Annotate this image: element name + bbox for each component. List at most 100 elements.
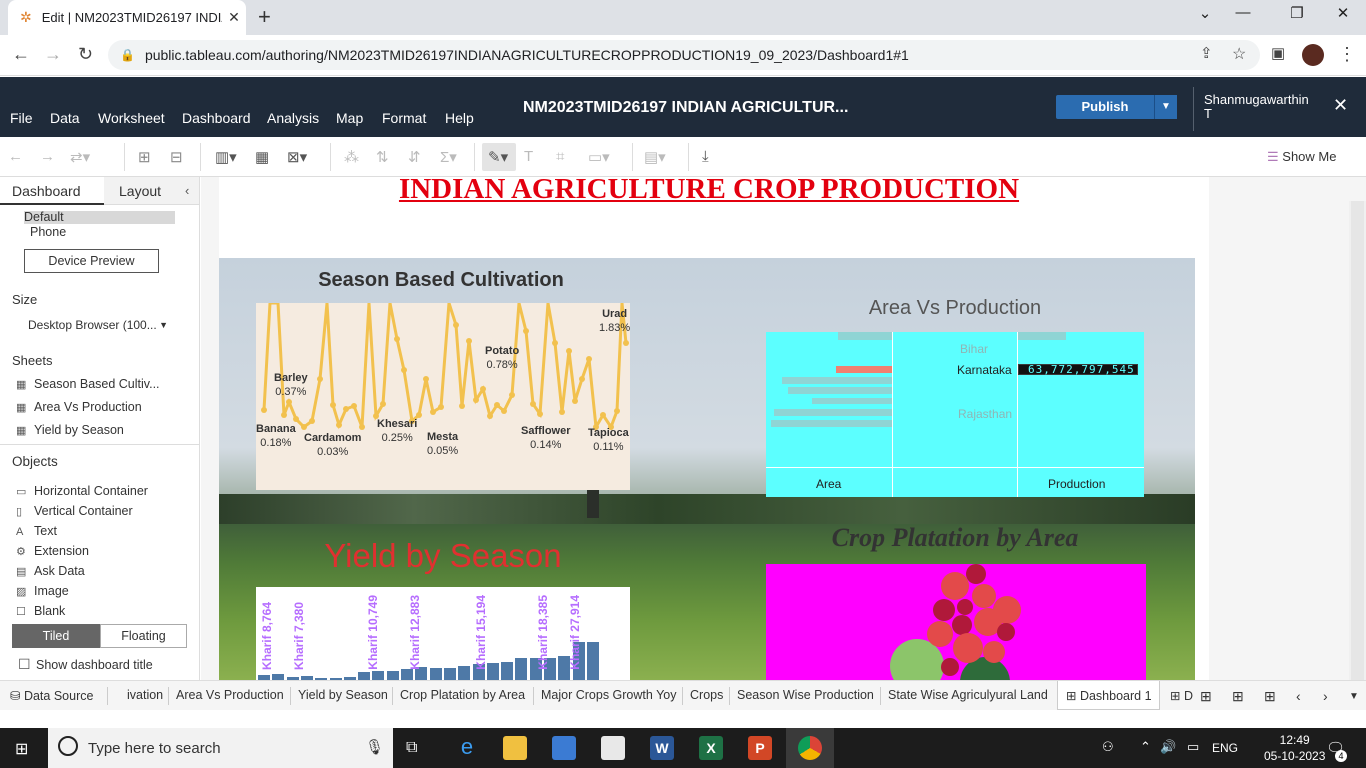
scroll-right-icon[interactable]: › [1323, 688, 1328, 704]
store-icon[interactable] [552, 736, 576, 760]
redo-icon[interactable]: → [40, 148, 55, 165]
new-story-tab-icon[interactable]: ⊞ [1264, 688, 1276, 705]
season-point[interactable] [309, 418, 315, 424]
new-dashboard-tab-icon[interactable]: ⊞ [1232, 688, 1244, 705]
area-production-chart[interactable]: 63,772,797,545 Bihar Karnataka Rajasthan… [766, 332, 1144, 497]
season-point[interactable] [401, 367, 407, 373]
tab-state-wise[interactable]: State Wise Agriculyural Land [888, 688, 1048, 702]
menu-map[interactable]: Map [336, 110, 363, 126]
sidepanel-icon[interactable]: ▣ [1271, 44, 1285, 62]
tab-data-source[interactable]: ⛁ Data Source [10, 688, 93, 703]
window-close-icon[interactable]: ✕ [1328, 4, 1358, 22]
season-point[interactable] [286, 399, 292, 405]
show-dashboard-title-checkbox[interactable]: ☐ Show dashboard title [18, 656, 153, 673]
people-icon[interactable]: ⚇ [1102, 739, 1114, 755]
pause-updates-icon[interactable]: ⊟ [170, 148, 183, 166]
season-point[interactable] [343, 406, 349, 412]
yield-bar[interactable] [501, 662, 514, 680]
season-point[interactable] [494, 402, 500, 408]
season-point[interactable] [459, 403, 465, 409]
object-text[interactable]: A Text [16, 524, 57, 538]
fit-icon[interactable]: ▭▾ [588, 148, 610, 166]
excel-icon[interactable]: X [699, 736, 723, 760]
tab-crops[interactable]: Crops [690, 688, 723, 702]
powerpoint-icon[interactable]: P [748, 736, 772, 760]
bookmark-star-icon[interactable]: ☆ [1232, 44, 1246, 64]
season-point[interactable] [523, 328, 529, 334]
undo-icon[interactable]: ← [8, 148, 23, 165]
close-editor-icon[interactable]: ✕ [1333, 95, 1348, 116]
yield-bar[interactable] [401, 669, 413, 680]
menu-help[interactable]: Help [445, 110, 474, 126]
reload-icon[interactable]: ↻ [78, 44, 93, 65]
season-point[interactable] [359, 424, 365, 430]
tab-dashboard-1[interactable]: ⊞ Dashboard 1 [1066, 688, 1152, 703]
download-icon[interactable]: ⤓ [702, 148, 709, 165]
yield-bar[interactable] [358, 672, 371, 680]
edge-icon[interactable]: e [455, 734, 479, 759]
tab-search-chevron-icon[interactable]: ⌄ [1190, 4, 1220, 22]
object-blank[interactable]: ☐ Blank [16, 604, 65, 618]
season-point[interactable] [394, 336, 400, 342]
mail-icon[interactable] [601, 736, 625, 760]
profile-avatar[interactable] [1302, 44, 1324, 66]
season-point[interactable] [330, 402, 336, 408]
size-select[interactable]: Desktop Browser (100... ▼ [24, 315, 174, 335]
menu-analysis[interactable]: Analysis [267, 110, 319, 126]
browser-menu-icon[interactable]: ⋮ [1338, 44, 1356, 65]
floating-button[interactable]: Floating [100, 624, 187, 648]
tray-chevron-icon[interactable]: ⌃ [1140, 739, 1151, 755]
forward-icon[interactable]: → [44, 44, 62, 65]
word-icon[interactable]: W [650, 736, 674, 760]
menu-data[interactable]: Data [50, 110, 80, 126]
device-default[interactable]: Default [24, 211, 175, 224]
minimize-icon[interactable]: — [1228, 4, 1258, 21]
language-indicator[interactable]: ENG [1212, 741, 1238, 755]
crop-bubble-chart[interactable] [766, 564, 1146, 680]
menu-format[interactable]: Format [382, 110, 426, 126]
user-name[interactable]: Shanmugawarthin T [1193, 87, 1318, 131]
season-point[interactable] [466, 338, 472, 344]
new-worksheet-icon[interactable]: ▥▾ [215, 148, 237, 166]
chrome-icon[interactable] [798, 736, 822, 760]
season-point[interactable] [572, 398, 578, 404]
season-point[interactable] [623, 340, 629, 346]
season-point[interactable] [614, 408, 620, 414]
season-point[interactable] [537, 411, 543, 417]
yield-bar[interactable] [515, 658, 528, 680]
restore-icon[interactable]: ❐ [1282, 4, 1312, 22]
sheet-item[interactable]: ▦ Yield by Season [16, 423, 124, 437]
device-phone[interactable]: Phone [30, 225, 66, 239]
tab-dashboard[interactable]: Dashboard [0, 177, 104, 205]
share-icon[interactable]: ⇪ [1200, 44, 1213, 62]
season-point[interactable] [566, 348, 572, 354]
tab-area-vs-production[interactable]: Area Vs Production [176, 688, 284, 702]
menu-dashboard[interactable]: Dashboard [182, 110, 251, 126]
show-me-button[interactable]: ☰ Show Me [1267, 149, 1336, 165]
sheet-item[interactable]: ▦ Area Vs Production [16, 400, 142, 414]
season-point[interactable] [586, 356, 592, 362]
microphone-icon[interactable]: 🎙 [365, 738, 384, 756]
season-point[interactable] [579, 376, 585, 382]
tabs-menu-icon[interactable]: ▼ [1349, 691, 1359, 702]
season-point[interactable] [351, 403, 357, 409]
season-point[interactable] [473, 397, 479, 403]
yield-bar[interactable] [458, 666, 471, 680]
back-icon[interactable]: ← [12, 44, 30, 65]
collapse-pane-icon[interactable]: ‹ [185, 183, 189, 198]
season-point[interactable] [600, 412, 606, 418]
yield-bar[interactable] [586, 642, 599, 680]
task-view-icon[interactable]: ⧉ [406, 739, 417, 757]
tab-yield-by-season[interactable]: Yield by Season [298, 688, 388, 702]
new-worksheet-tab-icon[interactable]: ⊞ [1200, 688, 1212, 705]
tab-major-crops[interactable]: Major Crops Growth Yoy [541, 688, 676, 702]
scroll-left-icon[interactable]: ‹ [1296, 688, 1301, 704]
scrollbar-thumb[interactable] [1351, 201, 1364, 680]
swap-rows-cols-icon[interactable]: ⇄▾ [70, 148, 90, 166]
labels-icon[interactable]: T [524, 148, 533, 165]
object-ask-data[interactable]: ▤ Ask Data [16, 564, 85, 578]
tiled-button[interactable]: Tiled [12, 624, 100, 648]
device-preview-button[interactable]: Device Preview [24, 249, 159, 273]
group-icon[interactable]: ⁂ [344, 148, 359, 166]
menu-worksheet[interactable]: Worksheet [98, 110, 165, 126]
